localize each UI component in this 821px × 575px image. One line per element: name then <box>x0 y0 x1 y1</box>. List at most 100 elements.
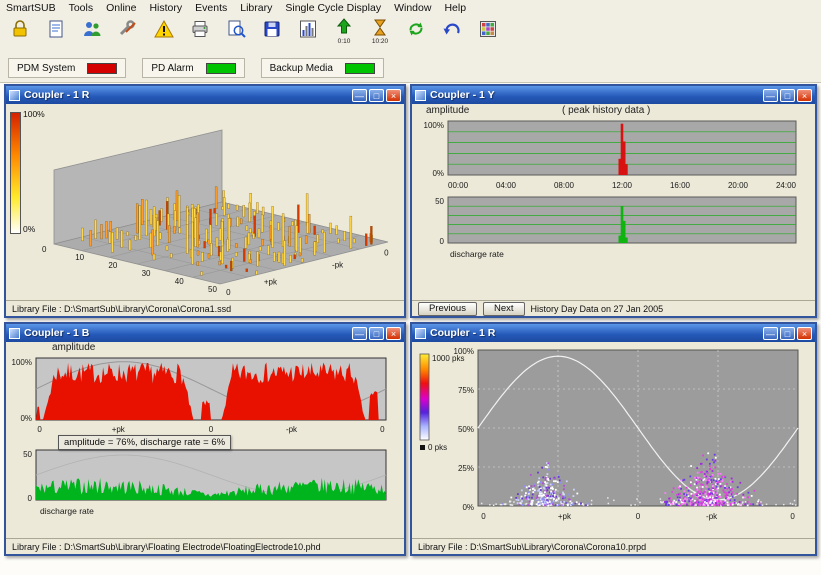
window-statusbar: Library File : D:\SmartSub\Library\Coron… <box>412 538 815 554</box>
svg-text:+pk: +pk <box>558 512 572 521</box>
histogram-icon[interactable] <box>293 17 323 53</box>
undo-icon[interactable] <box>437 17 467 53</box>
svg-text:+pk: +pk <box>264 277 278 286</box>
svg-text:75%: 75% <box>458 386 474 395</box>
pdm-system-led <box>87 63 117 74</box>
svg-text:0: 0 <box>636 512 641 521</box>
save-icon[interactable] <box>257 17 287 53</box>
svg-text:100%: 100% <box>454 347 474 356</box>
step-forward-icon[interactable]: 0:10 <box>329 17 359 53</box>
window-icon <box>415 328 426 339</box>
history-footer: Previous Next History Day Data on 27 Jan… <box>412 300 815 316</box>
svg-text:0: 0 <box>380 425 385 434</box>
svg-text:0%: 0% <box>462 503 474 512</box>
menu-item-help[interactable]: Help <box>444 2 466 14</box>
step-forward-label: 0:10 <box>338 38 351 45</box>
window-coupler-1b-phase: Coupler - 1 B — □ × amplitude 100%0%0+pk… <box>4 322 406 556</box>
window-title: Coupler - 1 Y <box>430 89 763 101</box>
window-coupler-1r-3d: Coupler - 1 R — □ × 100% 0% 010203040500… <box>4 84 406 318</box>
svg-text:0: 0 <box>42 245 47 254</box>
minimize-button[interactable]: — <box>352 89 367 102</box>
users-icon[interactable] <box>77 17 107 53</box>
close-button[interactable]: × <box>386 89 401 102</box>
svg-text:16:00: 16:00 <box>670 181 691 190</box>
svg-text:25%: 25% <box>458 464 474 473</box>
pd-alarm-indicator: PD Alarm <box>142 58 244 78</box>
chart-area-prpd: 1000 pks0 pks100%75%50%25%0%0+pk0-pk0 <box>412 342 815 538</box>
window-title: Coupler - 1 R <box>24 89 352 101</box>
pdm-system-indicator: PDM System <box>8 58 126 78</box>
minimize-button[interactable]: — <box>763 327 778 340</box>
window-icon <box>9 328 20 339</box>
svg-text:20:00: 20:00 <box>728 181 749 190</box>
maximize-button[interactable]: □ <box>369 327 384 340</box>
svg-text:0: 0 <box>37 425 42 434</box>
menu-item-events[interactable]: Events <box>195 2 227 14</box>
svg-text:-pk: -pk <box>706 512 718 521</box>
menu-item-smartsub[interactable]: SmartSUB <box>6 2 56 14</box>
svg-text:0: 0 <box>790 512 795 521</box>
chart-area-phase: amplitude 100%0%0+pk0-pk0500discharge ra… <box>6 342 404 538</box>
menu-item-history[interactable]: History <box>149 2 182 14</box>
next-button[interactable]: Next <box>483 302 525 316</box>
window-title: Coupler - 1 B <box>24 327 352 339</box>
svg-text:00:00: 00:00 <box>448 181 469 190</box>
maximize-button[interactable]: □ <box>369 89 384 102</box>
svg-text:30: 30 <box>142 269 151 278</box>
pdm-system-label: PDM System <box>17 63 75 74</box>
svg-text:100%: 100% <box>12 358 32 367</box>
library-file-text: Library File : D:\SmartSub\Library\Coron… <box>12 304 231 314</box>
menu-item-window[interactable]: Window <box>394 2 431 14</box>
svg-text:40: 40 <box>175 277 184 286</box>
titlebar[interactable]: Coupler - 1 R — □ × <box>6 86 404 104</box>
backup-media-led <box>345 63 375 74</box>
svg-text:50: 50 <box>208 285 217 294</box>
titlebar[interactable]: Coupler - 1 Y — □ × <box>412 86 815 104</box>
reading-tooltip: amplitude = 76%, discharge rate = 6% <box>58 435 231 450</box>
close-button[interactable]: × <box>797 327 812 340</box>
svg-text:50: 50 <box>23 450 32 459</box>
toolbar: 0:10 10:20 <box>0 16 821 56</box>
window-coupler-1r-prpd: Coupler - 1 R — □ × 1000 pks0 pks100%75%… <box>410 322 817 556</box>
print-icon[interactable] <box>185 17 215 53</box>
previous-button[interactable]: Previous <box>418 302 477 316</box>
close-button[interactable]: × <box>797 89 812 102</box>
report-icon[interactable] <box>41 17 71 53</box>
svg-text:0: 0 <box>226 288 231 297</box>
lock-icon[interactable] <box>5 17 35 53</box>
menu-item-library[interactable]: Library <box>240 2 272 14</box>
amplitude-header: amplitude <box>426 105 469 116</box>
minimize-button[interactable]: — <box>352 327 367 340</box>
maximize-button[interactable]: □ <box>780 89 795 102</box>
svg-text:-pk: -pk <box>286 425 298 434</box>
maximize-button[interactable]: □ <box>780 327 795 340</box>
amplitude-colorbar <box>10 112 21 234</box>
prpd-scatter-chart: 1000 pks0 pks100%75%50%25%0%0+pk0-pk0 <box>412 344 815 536</box>
library-file-text: Library File : D:\SmartSub\Library\Float… <box>12 542 321 552</box>
library-file-text: Library File : D:\SmartSub\Library\Coron… <box>418 542 646 552</box>
peak-history-header: ( peak history data ) <box>562 105 650 116</box>
time-range-label: 10:20 <box>372 38 388 45</box>
window-icon <box>415 90 426 101</box>
svg-text:-pk: -pk <box>332 261 344 270</box>
svg-text:+pk: +pk <box>112 425 126 434</box>
svg-text:discharge rate: discharge rate <box>40 506 94 516</box>
svg-text:20: 20 <box>108 261 117 270</box>
menu-item-tools[interactable]: Tools <box>69 2 94 14</box>
time-range-icon[interactable]: 10:20 <box>365 17 395 53</box>
svg-text:0%: 0% <box>432 169 444 178</box>
matrix-icon[interactable] <box>473 17 503 53</box>
menu-item-online[interactable]: Online <box>106 2 136 14</box>
tools-icon[interactable] <box>113 17 143 53</box>
history-day-text: History Day Data on 27 Jan 2005 <box>531 304 664 314</box>
preview-icon[interactable] <box>221 17 251 53</box>
alarm-icon[interactable] <box>149 17 179 53</box>
svg-text:12:00: 12:00 <box>612 181 633 190</box>
close-button[interactable]: × <box>386 327 401 340</box>
titlebar[interactable]: Coupler - 1 R — □ × <box>412 324 815 342</box>
menu-item-single-cycle-display[interactable]: Single Cycle Display <box>285 2 381 14</box>
refresh-icon[interactable] <box>401 17 431 53</box>
titlebar[interactable]: Coupler - 1 B — □ × <box>6 324 404 342</box>
minimize-button[interactable]: — <box>763 89 778 102</box>
svg-text:04:00: 04:00 <box>496 181 517 190</box>
